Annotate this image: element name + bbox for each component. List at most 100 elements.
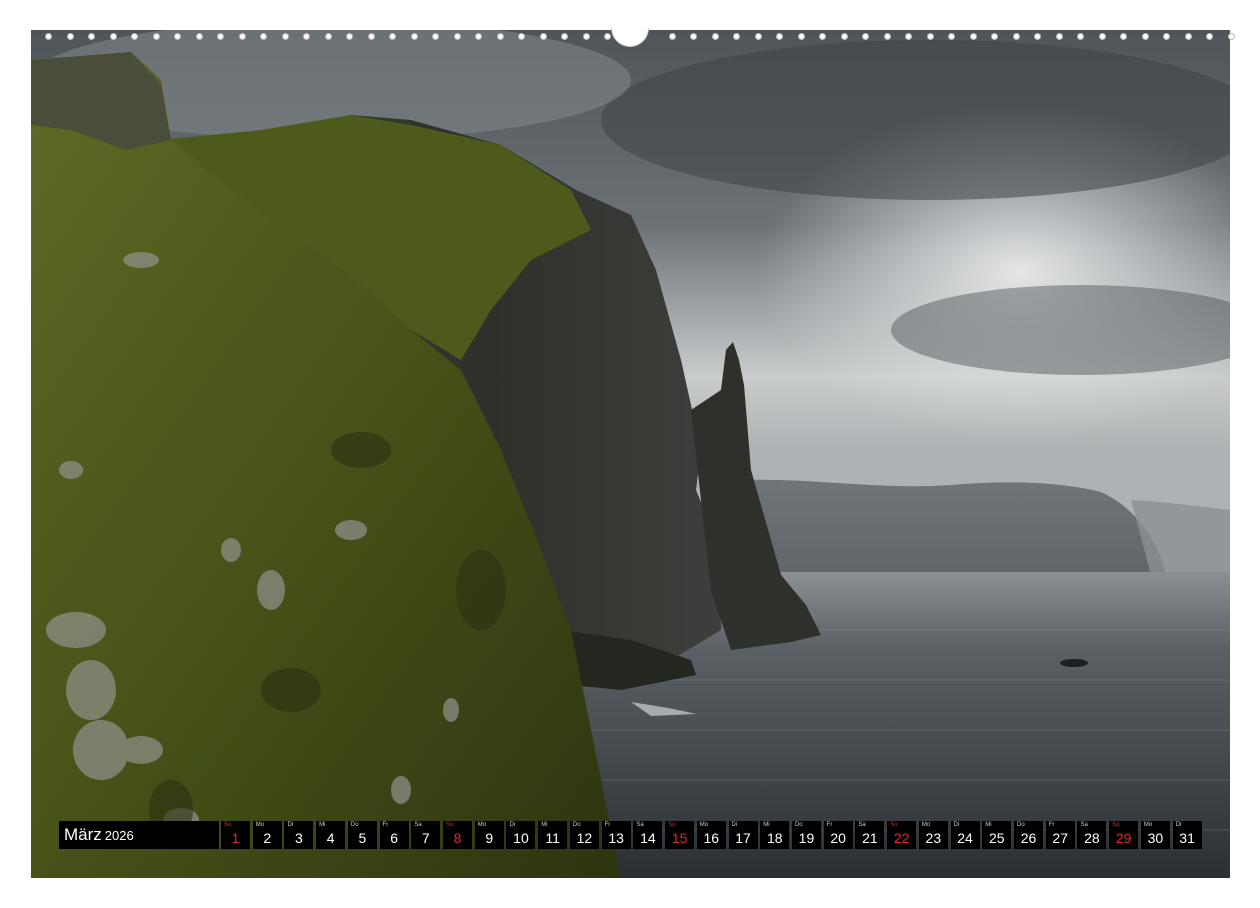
day-cell: Mo 9 [474,821,504,849]
day-number: 27 [1052,830,1068,846]
weekday-label: Di [953,822,960,828]
binding-hole [1227,33,1235,40]
calendar-page: März 2026 So 1 Mo 2 Di 3 Mi 4 Do 5 Fr 6 Sa 7 So 8 Mo 9 Di 10… [0,0,1260,908]
day-cell: Mi 25 [982,821,1012,849]
binding-hole [926,33,934,40]
day-number: 20 [830,830,846,846]
binding-hole [819,33,826,40]
day-cell: Sa 7 [411,821,441,849]
weekday-label: Mi [319,822,326,828]
weekday-label: So [224,822,232,828]
binding-hole [754,33,762,40]
boat [1060,659,1088,667]
binding-hole [1206,33,1213,40]
binding-hole [1055,33,1063,40]
binding-hole [217,33,224,40]
binding-hole [1077,33,1084,40]
day-cell: Fr 13 [601,821,631,849]
binding-hole [109,33,117,40]
month-year: 2026 [104,828,134,843]
binding-hole [152,33,160,40]
day-number: 23 [925,830,942,846]
day-number: 28 [1084,830,1100,846]
binding-hole [66,33,74,40]
weekday-label: So [446,822,454,828]
day-cell: Mo 16 [696,821,726,849]
day-number: 31 [1179,830,1195,846]
month-name: März [64,825,102,844]
day-number: 24 [957,830,973,846]
day-number: 2 [263,830,272,846]
day-cell: Mi 4 [316,821,346,849]
binding-hole [1163,33,1170,40]
binding-hole [582,33,590,40]
binding-hole [862,33,869,40]
binding-hole [539,33,547,40]
binding-hole [303,33,310,40]
day-cell: Di 10 [506,821,536,849]
binding-hole [453,33,461,40]
binding-hole [1098,33,1106,40]
day-number: 4 [326,830,335,846]
day-number: 19 [798,830,815,846]
binding-hole [1012,33,1020,40]
day-number: 6 [390,830,398,846]
weekday-label: Mo [699,822,709,828]
binding-hole [1184,33,1192,40]
weekday-label: Fr [826,822,833,828]
binding-hole [1034,33,1041,40]
weekday-label: Mi [985,822,992,828]
day-cell: Mo 30 [1140,821,1170,849]
day-cell: Mi 18 [760,821,790,849]
day-number: 5 [358,830,367,846]
binding-hole [88,33,95,40]
day-number: 14 [640,830,656,846]
day-cell: Di 17 [728,821,758,849]
weekday-label: Mo [921,822,931,828]
day-number: 10 [513,830,529,846]
day-number: 30 [1147,830,1164,846]
day-number: 22 [893,830,910,846]
day-cell: Fr 27 [1045,821,1075,849]
day-cell: Fr 6 [379,821,409,849]
binding-hole [1120,33,1127,40]
binding-hole [45,33,52,40]
calendar-strip: März 2026 So 1 Mo 2 Di 3 Mi 4 Do 5 Fr 6 Sa 7 So 8 Mo 9 Di 10… [59,821,1202,849]
binding-hole [238,33,246,40]
day-cell: Mo 23 [918,821,948,849]
weekday-label: So [668,822,676,828]
day-number: 8 [453,830,462,846]
binding-hole [883,33,891,40]
weekday-label: Mo [255,822,265,828]
day-cell: Mi 11 [538,821,568,849]
month-label: März 2026 [59,821,219,849]
day-number: 21 [862,830,878,846]
binding-hole [496,33,504,40]
landscape-photo [31,30,1230,878]
day-cell: So 8 [443,821,473,849]
day-cell: Sa 14 [633,821,663,849]
day-number: 7 [421,830,430,846]
day-cell: Do 26 [1014,821,1043,849]
binding-hole [174,33,181,40]
day-number: 25 [988,830,1005,846]
day-cell: Di 3 [284,821,314,849]
binding-hole [324,33,332,40]
weekday-label: Do [572,822,581,828]
binding-hole [969,33,977,40]
binding-hole [1141,33,1149,40]
day-number: 29 [1115,830,1132,846]
binding-hole [733,33,740,40]
binding-hole [991,33,998,40]
binding-hole [948,33,955,40]
binding-hole [367,33,375,40]
binding-hole [690,33,697,40]
weekday-label: Sa [858,822,866,828]
weekday-label: Do [794,822,803,828]
binding-hole [475,33,482,40]
day-number: 26 [1020,830,1037,846]
binding-hole [711,33,719,40]
day-number: 12 [576,830,593,846]
weekday-label: Mi [541,822,548,828]
weekday-label: Di [287,822,294,828]
